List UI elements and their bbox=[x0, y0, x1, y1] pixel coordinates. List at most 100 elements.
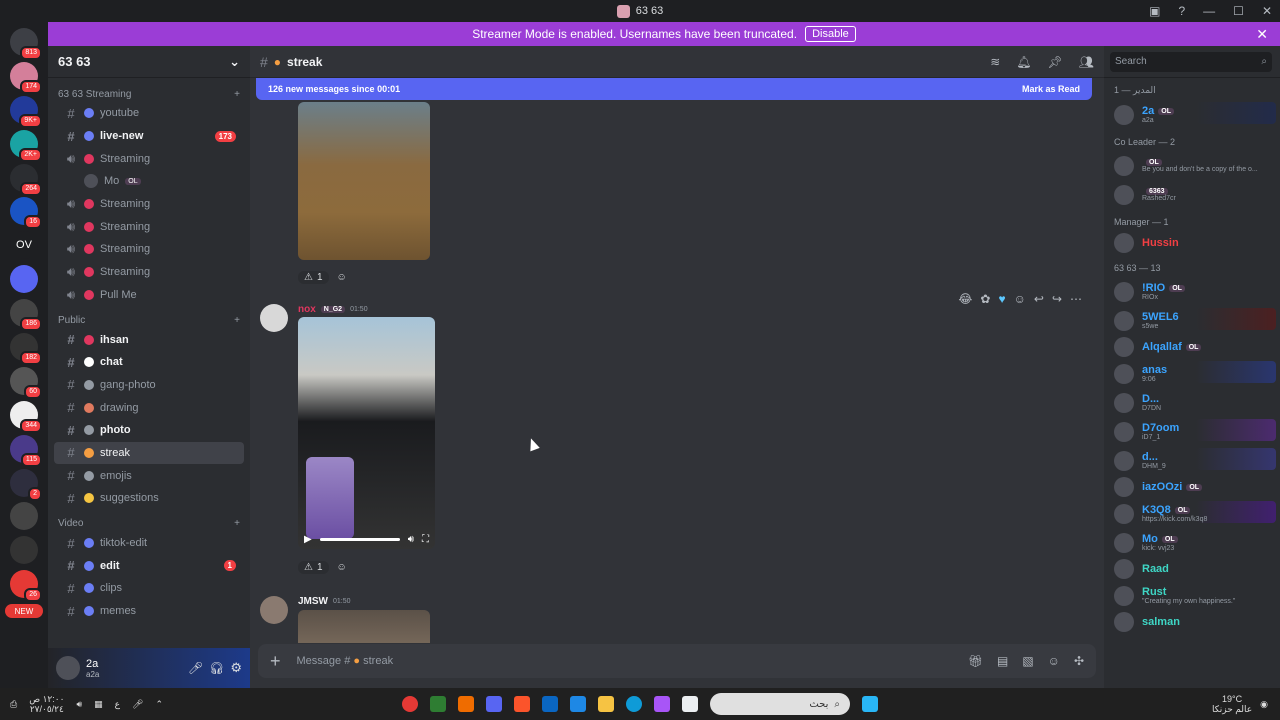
member-item[interactable]: Raad bbox=[1104, 557, 1280, 581]
members-icon[interactable]: 👥︎ bbox=[1079, 55, 1094, 69]
windows-start-icon[interactable] bbox=[862, 696, 878, 712]
forward-icon[interactable]: ↪ bbox=[1052, 292, 1062, 306]
message-composer[interactable]: + Message # ● streak 🎁︎ ▤ ▧ ☺ ✣ bbox=[258, 644, 1096, 678]
guild-header[interactable]: 63 63 ⌄ bbox=[48, 46, 250, 78]
chevron-up-icon[interactable]: ⌃ bbox=[155, 699, 163, 710]
new-messages-bar[interactable]: 126 new messages since 00:01 Mark as Rea… bbox=[256, 78, 1092, 100]
member-item[interactable]: OL Be you and don't be a copy of the o... bbox=[1104, 151, 1280, 180]
avatar[interactable] bbox=[260, 304, 288, 332]
server-icon[interactable]: 26 bbox=[10, 570, 42, 603]
channel-item[interactable]: # suggestions bbox=[54, 487, 244, 510]
sticker-icon[interactable]: ▧ bbox=[1022, 654, 1033, 668]
channel-item[interactable]: 🔊︎ Streaming bbox=[54, 261, 244, 284]
mark-as-read-button[interactable]: Mark as Read bbox=[1022, 84, 1080, 94]
channel-item[interactable]: 🔊︎ Streaming bbox=[54, 147, 244, 170]
channel-item[interactable]: # gang-photo bbox=[54, 374, 244, 397]
server-icon[interactable]: 344 bbox=[10, 400, 42, 433]
gift-icon[interactable]: 🎁︎ bbox=[968, 654, 983, 668]
taskbar-app-icon[interactable] bbox=[458, 696, 474, 712]
attach-plus-icon[interactable]: + bbox=[270, 651, 281, 672]
voice-user[interactable]: Mo OL bbox=[54, 170, 244, 193]
member-item[interactable]: Hussin bbox=[1104, 231, 1280, 255]
server-icon[interactable]: 182 bbox=[10, 333, 42, 366]
server-icon[interactable]: NEW bbox=[5, 604, 43, 619]
microphone-icon[interactable]: 🎤︎ bbox=[188, 661, 203, 675]
inbox-icon[interactable]: ▣ bbox=[1149, 4, 1160, 18]
channel-item[interactable]: # clips bbox=[54, 577, 244, 600]
channel-item[interactable]: # photo bbox=[54, 419, 244, 442]
channel-item[interactable]: 🔊︎ Streaming bbox=[54, 215, 244, 238]
copilot-icon[interactable] bbox=[654, 696, 670, 712]
lang-indicator[interactable]: ع bbox=[115, 699, 120, 710]
member-item[interactable]: D7oom iD7_1 bbox=[1104, 417, 1280, 446]
server-icon[interactable]: 186 bbox=[10, 299, 42, 332]
microphone-icon[interactable]: 🎤︎ bbox=[132, 699, 143, 710]
heart-icon[interactable]: ♥ bbox=[998, 292, 1005, 306]
add-reaction-icon[interactable]: ☺ bbox=[337, 272, 347, 283]
author-name[interactable]: nox bbox=[298, 304, 316, 315]
brave-icon[interactable] bbox=[514, 696, 530, 712]
outlook-icon[interactable] bbox=[542, 696, 558, 712]
fullscreen-icon[interactable]: ⛶ bbox=[422, 534, 429, 545]
member-item[interactable]: 6363 Rashed7cr bbox=[1104, 180, 1280, 209]
member-item[interactable]: iazOOzi OL bbox=[1104, 475, 1280, 499]
member-item[interactable]: 5WEL6 s5we bbox=[1104, 306, 1280, 335]
threads-icon[interactable]: ≋ bbox=[990, 55, 1000, 69]
add-reaction-icon[interactable]: ☺ bbox=[1014, 292, 1026, 306]
server-icon[interactable]: 9K+ bbox=[10, 95, 42, 128]
volume-icon[interactable]: 🔊︎ bbox=[408, 534, 414, 545]
channel-item[interactable]: # emojis bbox=[54, 464, 244, 487]
author-name[interactable]: JMSW bbox=[298, 596, 328, 607]
search-input[interactable]: Search ⌕ bbox=[1110, 51, 1272, 72]
discord-icon[interactable] bbox=[486, 696, 502, 712]
channel-category[interactable]: Public + bbox=[48, 312, 250, 328]
member-item[interactable]: 2a OL a2a bbox=[1104, 100, 1280, 129]
gif-icon[interactable]: ▤ bbox=[997, 654, 1008, 668]
folder-icon[interactable] bbox=[598, 696, 614, 712]
widgets-icon[interactable]: ◉ bbox=[1260, 699, 1268, 710]
channel-item[interactable]: # edit 1 bbox=[54, 554, 244, 577]
store-icon[interactable] bbox=[570, 696, 586, 712]
channel-item[interactable]: # memes bbox=[54, 600, 244, 623]
avatar[interactable] bbox=[260, 596, 288, 624]
composer-placeholder[interactable]: Message # ● streak bbox=[297, 655, 394, 667]
video-progress[interactable] bbox=[319, 537, 400, 541]
member-item[interactable]: d... DHM_9 bbox=[1104, 446, 1280, 475]
server-icon[interactable] bbox=[10, 536, 38, 565]
server-icon[interactable]: 264 bbox=[10, 163, 42, 196]
server-icon[interactable]: 115 bbox=[10, 434, 42, 467]
close-banner-icon[interactable]: ✕ bbox=[1256, 26, 1268, 43]
member-item[interactable]: D... D7DN bbox=[1104, 388, 1280, 417]
apps-icon[interactable]: ✣ bbox=[1074, 654, 1084, 668]
headset-icon[interactable]: 🎧︎ bbox=[209, 661, 224, 675]
taskbar-app-icon[interactable] bbox=[430, 696, 446, 712]
help-icon[interactable]: ? bbox=[1178, 4, 1185, 18]
server-icon[interactable]: 174 bbox=[10, 61, 42, 94]
channel-item[interactable]: # chat bbox=[54, 351, 244, 374]
server-icon[interactable]: 16 bbox=[10, 197, 42, 230]
server-icon[interactable]: OV bbox=[10, 231, 38, 260]
member-item[interactable]: salman bbox=[1104, 610, 1280, 634]
play-icon[interactable]: ▶ bbox=[304, 534, 312, 545]
printer-icon[interactable]: ⎙ bbox=[10, 699, 17, 710]
channel-item[interactable]: 🔊︎ Streaming bbox=[54, 193, 244, 216]
member-item[interactable]: Rust "Creating my own happiness." bbox=[1104, 581, 1280, 610]
member-item[interactable]: Alqallaf OL bbox=[1104, 335, 1280, 359]
add-channel-icon[interactable]: + bbox=[234, 89, 240, 100]
reply-icon[interactable]: ↩ bbox=[1034, 292, 1044, 306]
member-item[interactable]: !RIO OL RIOx bbox=[1104, 277, 1280, 306]
bell-icon[interactable]: 🔔︎ bbox=[1016, 55, 1031, 69]
laugh-emoji-icon[interactable]: 😂︎ bbox=[958, 292, 972, 306]
channel-item[interactable]: # drawing bbox=[54, 396, 244, 419]
edge-icon[interactable] bbox=[626, 696, 642, 712]
channel-item[interactable]: 🔊︎ Streaming bbox=[54, 238, 244, 261]
close-window-icon[interactable]: ✕ bbox=[1262, 4, 1272, 18]
weather-widget[interactable]: 19°C عالم حزنكا bbox=[1212, 694, 1252, 714]
channel-item[interactable]: # ihsan bbox=[54, 328, 244, 351]
volume-icon[interactable]: 🔊︎ bbox=[76, 699, 82, 710]
member-item[interactable]: K3Q8 OL https://kick.com/k3q8 bbox=[1104, 499, 1280, 528]
settings-gear-icon[interactable]: ⚙ bbox=[230, 660, 242, 676]
member-item[interactable]: Mo OL kick: vvj23 bbox=[1104, 528, 1280, 557]
maximize-icon[interactable]: ☐ bbox=[1233, 4, 1244, 18]
server-icon[interactable]: 2 bbox=[10, 468, 42, 501]
